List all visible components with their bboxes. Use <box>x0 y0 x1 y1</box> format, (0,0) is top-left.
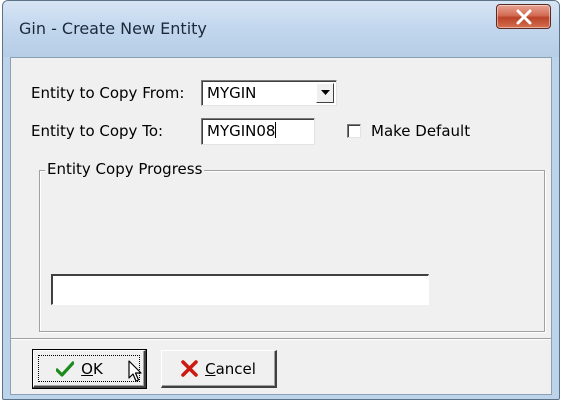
copy-from-dropdown[interactable]: MYGIN <box>201 80 337 106</box>
close-button[interactable] <box>496 4 551 29</box>
chevron-down-icon <box>321 90 330 95</box>
copy-from-label: Entity to Copy From: <box>31 84 185 102</box>
dialog-window: Gin - Create New Entity Entity to Copy F… <box>2 0 560 400</box>
mouse-cursor-icon <box>128 360 142 382</box>
copy-progress-bar <box>51 274 429 305</box>
button-divider <box>11 338 551 340</box>
text-caret <box>275 122 277 138</box>
copy-from-value: MYGIN <box>207 84 257 102</box>
cancel-button-label: Cancel <box>205 359 256 378</box>
copy-to-input[interactable]: MYGIN08 <box>201 118 315 145</box>
close-icon <box>516 9 532 25</box>
window-title: Gin - Create New Entity <box>19 19 207 38</box>
copy-progress-group-title: Entity Copy Progress <box>45 160 205 178</box>
dropdown-button[interactable] <box>316 83 334 103</box>
focus-rectangle <box>38 355 140 382</box>
dialog-client-area: Entity to Copy From: MYGIN Entity to Cop… <box>10 57 552 395</box>
x-icon <box>181 360 198 377</box>
copy-progress-group <box>39 170 545 332</box>
copy-to-value: MYGIN08 <box>207 122 276 140</box>
make-default-checkbox[interactable] <box>347 124 361 138</box>
cancel-button[interactable]: Cancel <box>161 350 277 388</box>
copy-to-label: Entity to Copy To: <box>31 122 164 140</box>
make-default-label[interactable]: Make Default <box>371 122 470 140</box>
title-bar[interactable]: Gin - Create New Entity <box>3 1 559 57</box>
